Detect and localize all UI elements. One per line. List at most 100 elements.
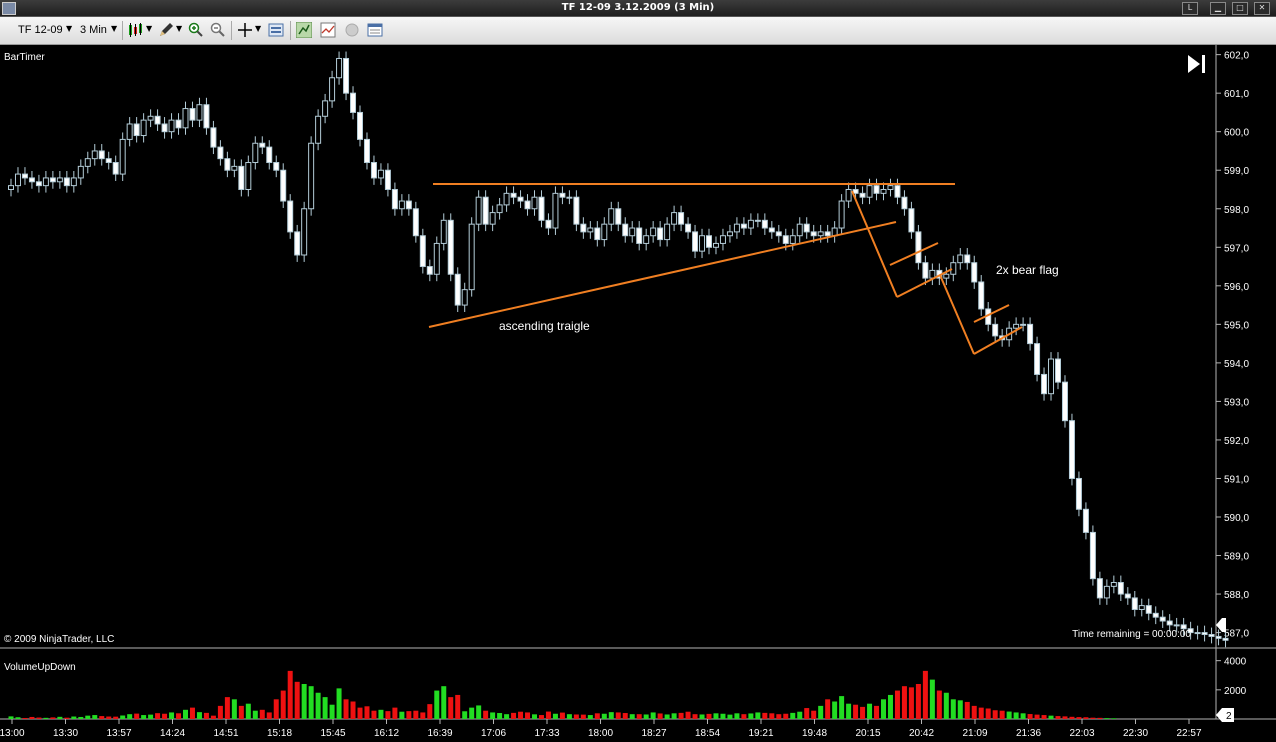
- volume-bar: [804, 708, 810, 719]
- volume-bar: [1069, 716, 1075, 719]
- volume-bar: [580, 714, 586, 719]
- candle-body: [775, 231, 782, 237]
- zoom-in-icon[interactable]: [188, 22, 204, 38]
- zoom-out-icon[interactable]: [210, 22, 226, 38]
- volume-bar: [350, 701, 356, 719]
- chevron-down-icon[interactable]: ▼: [111, 24, 117, 33]
- volume-bar: [504, 714, 510, 719]
- indicators-icon[interactable]: [320, 22, 336, 38]
- candle-body: [350, 92, 357, 113]
- volume-bar: [57, 716, 63, 719]
- chevron-down-icon[interactable]: ▼: [255, 24, 261, 33]
- candle-body: [217, 146, 224, 160]
- candle-body: [105, 158, 112, 164]
- candle-body: [280, 169, 287, 202]
- candle-body: [754, 219, 761, 222]
- volume-bar: [329, 704, 335, 719]
- candle-body: [559, 192, 566, 198]
- chevron-down-icon[interactable]: ▼: [146, 24, 152, 33]
- time-tick-label: 18:27: [641, 728, 666, 739]
- volume-bar: [1048, 715, 1054, 719]
- candle-body: [545, 219, 552, 229]
- volume-bar: [99, 716, 105, 719]
- last-price-value: 586,8: [1226, 621, 1251, 632]
- annotation-bear-flag[interactable]: 2x bear flag: [996, 263, 1059, 277]
- candle-body: [391, 188, 398, 210]
- volume-bar: [266, 712, 272, 719]
- volume-bar: [881, 699, 886, 719]
- candle-body: [126, 123, 133, 140]
- volume-bar: [343, 699, 349, 719]
- strategy-icon[interactable]: [296, 22, 312, 38]
- volume-bar: [406, 711, 412, 719]
- candle-body: [161, 123, 168, 133]
- chevron-down-icon[interactable]: ▼: [176, 24, 182, 33]
- volume-bar: [525, 712, 531, 719]
- candle-body: [440, 219, 447, 244]
- link-button[interactable]: L: [1182, 2, 1198, 15]
- volume-bar: [196, 712, 202, 719]
- properties-icon[interactable]: [367, 22, 383, 38]
- volume-bar: [1041, 715, 1047, 719]
- candle-body: [189, 108, 196, 121]
- candle-body: [301, 208, 308, 256]
- record-icon[interactable]: [344, 22, 360, 38]
- candle-body: [761, 219, 768, 229]
- pencil-icon[interactable]: [158, 22, 174, 38]
- volume-bar: [43, 717, 49, 719]
- volume-bar: [29, 716, 35, 719]
- volume-bar: [476, 705, 482, 719]
- candle-body: [1103, 585, 1110, 599]
- close-button[interactable]: ✕: [1254, 2, 1270, 15]
- candle-body: [789, 235, 796, 244]
- volume-bar: [64, 717, 70, 719]
- minimize-button[interactable]: ▁: [1210, 2, 1226, 15]
- candle-body: [8, 185, 14, 190]
- data-box-icon[interactable]: [268, 22, 284, 38]
- candle-body: [517, 196, 524, 202]
- volume-bar: [636, 714, 642, 719]
- candle-body: [845, 188, 852, 202]
- volume-bar: [650, 712, 656, 719]
- price-tick-label: 597,0: [1224, 243, 1249, 254]
- candle-body: [622, 223, 629, 237]
- chevron-down-icon[interactable]: ▼: [66, 24, 72, 33]
- volume-bar: [315, 692, 321, 719]
- volume-bar: [1020, 713, 1026, 719]
- time-tick-label: 22:03: [1069, 728, 1094, 739]
- chart-toolbar: TF 12-09 ▼ 3 Min ▼ ▼ ▼ ▼: [0, 17, 1276, 45]
- instrument-selector[interactable]: TF 12-09: [18, 24, 63, 36]
- volume-bar: [378, 709, 384, 719]
- annotation-ascending-triangle[interactable]: ascending traigle: [499, 319, 590, 333]
- candle-body: [594, 227, 601, 241]
- candle-body: [699, 235, 706, 252]
- volume-bar: [357, 707, 363, 719]
- volume-bar: [622, 713, 628, 719]
- candle-body: [531, 196, 538, 210]
- candle-body: [370, 162, 377, 179]
- volume-bar: [497, 713, 503, 719]
- price-tick-label: 601,0: [1224, 89, 1249, 100]
- candle-body: [1166, 620, 1173, 626]
- volume-bar: [587, 715, 593, 719]
- bar-style-icon[interactable]: [128, 22, 144, 38]
- candle-body: [733, 223, 740, 233]
- candle-body: [384, 169, 391, 190]
- candle-body: [133, 123, 140, 137]
- candle-body: [712, 242, 719, 248]
- candle-body: [706, 235, 712, 248]
- candle-body: [1075, 477, 1082, 510]
- candle-body: [329, 77, 336, 102]
- candle-body: [943, 273, 950, 279]
- candle-body: [475, 196, 482, 225]
- crosshair-icon[interactable]: [237, 22, 253, 38]
- volume-bar: [259, 709, 265, 719]
- time-tick-label: 18:00: [588, 728, 613, 739]
- candle-body: [608, 208, 615, 225]
- price-tick-label: 593,0: [1224, 397, 1249, 408]
- maximize-button[interactable]: □: [1232, 2, 1248, 15]
- candle-body: [580, 223, 587, 233]
- chart-area[interactable]: 602,0 601,0 600,0 599,0 598,0 597,0 596,0 595,0…: [0, 45, 1276, 742]
- candle-body: [901, 196, 908, 210]
- interval-selector[interactable]: 3 Min: [80, 24, 107, 36]
